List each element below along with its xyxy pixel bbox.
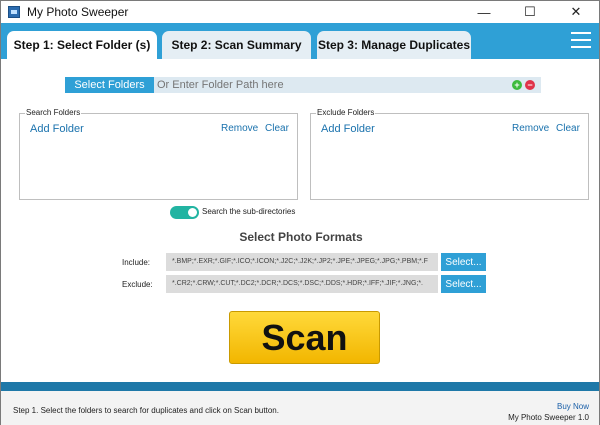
tab-select-folders[interactable]: Step 1: Select Folder (s) bbox=[7, 31, 157, 59]
include-select-button[interactable]: Select... bbox=[441, 253, 486, 271]
close-icon[interactable]: ✕ bbox=[553, 1, 599, 23]
select-folders-button[interactable]: Select Folders bbox=[65, 77, 154, 93]
remove-search-folder-button[interactable]: Remove bbox=[221, 123, 258, 134]
exclude-folders-panel: Exclude Folders Add Folder Remove Clear bbox=[310, 108, 589, 200]
tab-label: Step 1: Select Folder (s) bbox=[13, 38, 151, 52]
subdirectories-label: Search the sub-directories bbox=[202, 207, 296, 216]
footer-strip bbox=[1, 382, 599, 391]
folder-path-row: Select Folders + − bbox=[65, 77, 541, 93]
app-icon bbox=[8, 6, 20, 18]
scan-button[interactable]: Scan bbox=[229, 311, 380, 364]
minimize-icon[interactable]: — bbox=[461, 1, 507, 23]
tab-label: Step 2: Scan Summary bbox=[171, 38, 302, 52]
subdirectories-toggle[interactable] bbox=[170, 206, 199, 219]
include-label: Include: bbox=[122, 258, 151, 267]
plus-icon[interactable]: + bbox=[512, 80, 522, 90]
search-folders-panel: Search Folders Add Folder Remove Clear bbox=[19, 108, 298, 200]
photo-formats-title: Select Photo Formats bbox=[239, 230, 363, 244]
version-label: My Photo Sweeper 1.0 bbox=[508, 413, 589, 422]
status-bar: Step 1. Select the folders to search for… bbox=[1, 391, 599, 425]
clear-search-folders-button[interactable]: Clear bbox=[265, 123, 289, 134]
status-message: Step 1. Select the folders to search for… bbox=[13, 406, 279, 415]
exclude-folders-title: Exclude Folders bbox=[316, 108, 376, 117]
tab-manage-duplicates[interactable]: Step 3: Manage Duplicates bbox=[317, 31, 471, 59]
add-exclude-folder-button[interactable]: Add Folder bbox=[321, 123, 375, 135]
window-title: My Photo Sweeper bbox=[27, 5, 129, 19]
search-folders-title: Search Folders bbox=[25, 108, 82, 117]
exclude-label: Exclude: bbox=[122, 280, 153, 289]
app-window: My Photo Sweeper — ☐ ✕ Step 1: Select Fo… bbox=[0, 0, 600, 425]
exclude-select-button[interactable]: Select... bbox=[441, 275, 486, 293]
tab-label: Step 3: Manage Duplicates bbox=[317, 38, 471, 52]
toggle-knob bbox=[188, 208, 197, 217]
menu-icon[interactable] bbox=[571, 32, 591, 48]
folder-path-input[interactable] bbox=[157, 77, 497, 93]
exclude-formats-field[interactable]: *.CR2;*.CRW;*.CUT;*.DC2;*.DCR;*.DCS;*.DS… bbox=[166, 275, 438, 293]
add-search-folder-button[interactable]: Add Folder bbox=[30, 123, 84, 135]
tab-scan-summary[interactable]: Step 2: Scan Summary bbox=[162, 31, 311, 59]
clear-exclude-folders-button[interactable]: Clear bbox=[556, 123, 580, 134]
minus-icon[interactable]: − bbox=[525, 80, 535, 90]
maximize-icon[interactable]: ☐ bbox=[507, 1, 553, 23]
remove-exclude-folder-button[interactable]: Remove bbox=[512, 123, 549, 134]
buy-now-link[interactable]: Buy Now bbox=[557, 402, 589, 411]
include-formats-field[interactable]: *.BMP;*.EXR;*.GIF;*.ICO;*.ICON;*.J2C;*.J… bbox=[166, 253, 438, 271]
title-bar: My Photo Sweeper — ☐ ✕ bbox=[1, 1, 599, 23]
tab-bar: Step 1: Select Folder (s) Step 2: Scan S… bbox=[1, 23, 599, 59]
